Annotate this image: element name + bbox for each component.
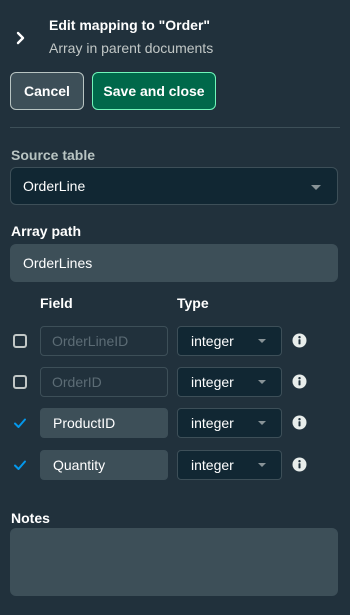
field-type-select[interactable]: integer (177, 408, 282, 438)
info-icon[interactable] (292, 415, 307, 430)
caret-down-icon (258, 463, 266, 467)
field-type-select[interactable]: integer (177, 367, 282, 397)
source-table-value: OrderLine (23, 178, 86, 194)
array-path-input[interactable]: OrderLines (10, 244, 338, 282)
caret-down-icon (311, 185, 321, 190)
array-path-value: OrderLines (23, 255, 93, 271)
caret-down-icon (258, 380, 266, 384)
cancel-button[interactable]: Cancel (10, 72, 84, 110)
field-checkbox[interactable] (13, 416, 27, 430)
divider (10, 127, 340, 128)
field-name-input[interactable]: OrderID (40, 367, 168, 397)
info-icon[interactable] (292, 457, 307, 472)
field-row: Quantity integer (0, 450, 350, 480)
check-icon (14, 460, 26, 470)
field-type-value: integer (191, 333, 234, 349)
source-table-select[interactable]: OrderLine (10, 167, 338, 205)
caret-down-icon (258, 339, 266, 343)
chevron-right-icon[interactable] (14, 29, 28, 47)
field-row: OrderLineID integer (0, 326, 350, 356)
notes-textarea[interactable] (10, 528, 338, 596)
field-row: ProductID integer (0, 408, 350, 438)
field-row: OrderID integer (0, 367, 350, 397)
field-name-input[interactable]: OrderLineID (40, 326, 168, 356)
array-path-label: Array path (11, 223, 82, 239)
panel-header: Edit mapping to "Order" Array in parent … (0, 0, 350, 70)
type-column-header: Type (177, 295, 209, 311)
field-checkbox[interactable] (13, 458, 27, 472)
info-icon[interactable] (292, 374, 307, 389)
field-type-value: integer (191, 415, 234, 431)
field-checkbox[interactable] (13, 375, 27, 389)
field-type-select[interactable]: integer (177, 326, 282, 356)
field-type-select[interactable]: integer (177, 450, 282, 480)
caret-down-icon (258, 421, 266, 425)
field-type-value: integer (191, 457, 234, 473)
panel-subtitle: Array in parent documents (49, 40, 214, 56)
save-and-close-button[interactable]: Save and close (92, 72, 216, 110)
field-column-header: Field (40, 295, 73, 311)
check-icon (14, 418, 26, 428)
field-name-input[interactable]: Quantity (40, 450, 168, 480)
source-table-label: Source table (11, 147, 96, 163)
field-name-input[interactable]: ProductID (40, 408, 168, 438)
field-checkbox[interactable] (13, 334, 27, 348)
edit-mapping-panel: Edit mapping to "Order" Array in parent … (0, 0, 350, 615)
notes-label: Notes (11, 510, 50, 526)
panel-title: Edit mapping to "Order" (49, 17, 211, 33)
field-type-value: integer (191, 374, 234, 390)
info-icon[interactable] (292, 333, 307, 348)
